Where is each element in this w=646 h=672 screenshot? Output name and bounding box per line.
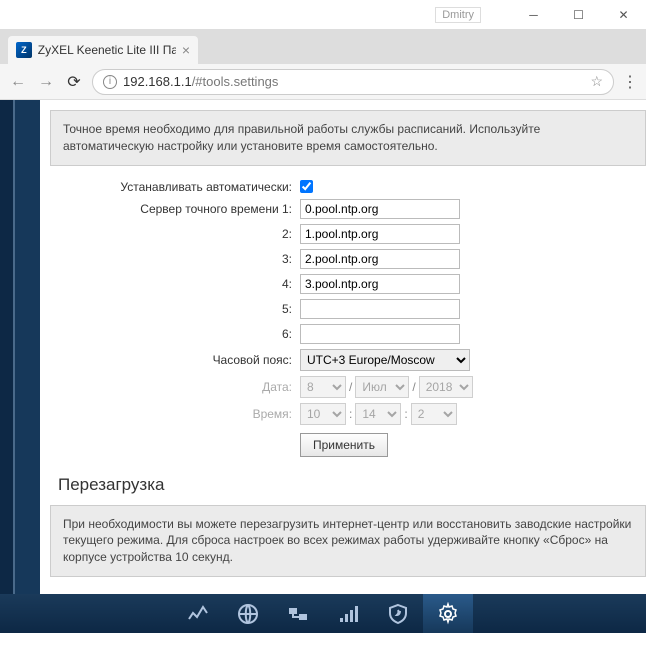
- url-box[interactable]: i 192.168.1.1/#tools.settings ☆: [92, 69, 614, 95]
- page-content: Точное время необходимо для правильной р…: [0, 100, 646, 633]
- timezone-select[interactable]: UTC+3 Europe/Moscow: [300, 349, 470, 371]
- minimize-button[interactable]: ─: [511, 0, 556, 30]
- ntp-label-3: 3:: [50, 252, 300, 266]
- ntp-input-4[interactable]: [300, 274, 460, 294]
- nav-wifi-icon[interactable]: [323, 594, 373, 633]
- ntp-label-4: 4:: [50, 277, 300, 291]
- date-month-select: Июл: [355, 376, 409, 398]
- ntp-label-6: 6:: [50, 327, 300, 341]
- user-label: Dmitry: [435, 7, 481, 23]
- auto-set-label: Устанавливать автоматически:: [50, 180, 300, 194]
- ntp-label-2: 2:: [50, 227, 300, 241]
- nav-globe-icon[interactable]: [223, 594, 273, 633]
- time-info-box: Точное время необходимо для правильной р…: [50, 110, 646, 166]
- auto-set-checkbox[interactable]: [300, 180, 313, 193]
- window-titlebar: Dmitry ─ ☐ ✕: [0, 0, 646, 30]
- browser-tab[interactable]: Z ZyXEL Keenetic Lite III Па ×: [8, 36, 198, 64]
- apply-button[interactable]: Применить: [300, 433, 388, 457]
- browser-menu-button[interactable]: ⋮: [622, 72, 638, 92]
- url-text: 192.168.1.1/#tools.settings: [123, 74, 584, 89]
- maximize-button[interactable]: ☐: [556, 0, 601, 30]
- time-s-select: 2: [411, 403, 457, 425]
- timezone-label: Часовой пояс:: [50, 353, 300, 367]
- reload-button[interactable]: ⟳: [64, 72, 84, 92]
- tab-close-icon[interactable]: ×: [182, 42, 190, 58]
- ntp-input-6[interactable]: [300, 324, 460, 344]
- nav-shield-icon[interactable]: [373, 594, 423, 633]
- site-info-icon[interactable]: i: [103, 75, 117, 89]
- time-m-select: 14: [355, 403, 401, 425]
- bookmark-star-icon[interactable]: ☆: [590, 73, 603, 90]
- ntp-input-5[interactable]: [300, 299, 460, 319]
- time-h-select: 10: [300, 403, 346, 425]
- time-label: Время:: [50, 407, 300, 421]
- reboot-info-box: При необходимости вы можете перезагрузит…: [50, 505, 646, 577]
- ntp-label-5: 5:: [50, 302, 300, 316]
- device-bottom-nav: [0, 594, 646, 633]
- browser-address-bar: ← → ⟳ i 192.168.1.1/#tools.settings ☆ ⋮: [0, 64, 646, 100]
- back-button[interactable]: ←: [8, 73, 28, 91]
- settings-panel: Точное время необходимо для правильной р…: [40, 100, 646, 633]
- nav-network-icon[interactable]: [273, 594, 323, 633]
- reboot-section-title: Перезагрузка: [58, 475, 646, 495]
- browser-tab-bar: Z ZyXEL Keenetic Lite III Па ×: [0, 30, 646, 64]
- nav-monitor-icon[interactable]: [173, 594, 223, 633]
- ntp-input-1[interactable]: [300, 199, 460, 219]
- ntp-input-2[interactable]: [300, 224, 460, 244]
- close-button[interactable]: ✕: [601, 0, 646, 30]
- ntp-input-3[interactable]: [300, 249, 460, 269]
- side-gutter: [0, 100, 15, 633]
- favicon-icon: Z: [16, 42, 32, 58]
- forward-button[interactable]: →: [36, 73, 56, 91]
- date-year-select: 2018: [419, 376, 473, 398]
- nav-settings-icon[interactable]: [423, 594, 473, 633]
- date-label: Дата:: [50, 380, 300, 394]
- date-day-select: 8: [300, 376, 346, 398]
- tab-title: ZyXEL Keenetic Lite III Па: [38, 43, 176, 57]
- ntp-label-1: Сервер точного времени 1:: [50, 202, 300, 216]
- side-gutter-2: [15, 100, 40, 633]
